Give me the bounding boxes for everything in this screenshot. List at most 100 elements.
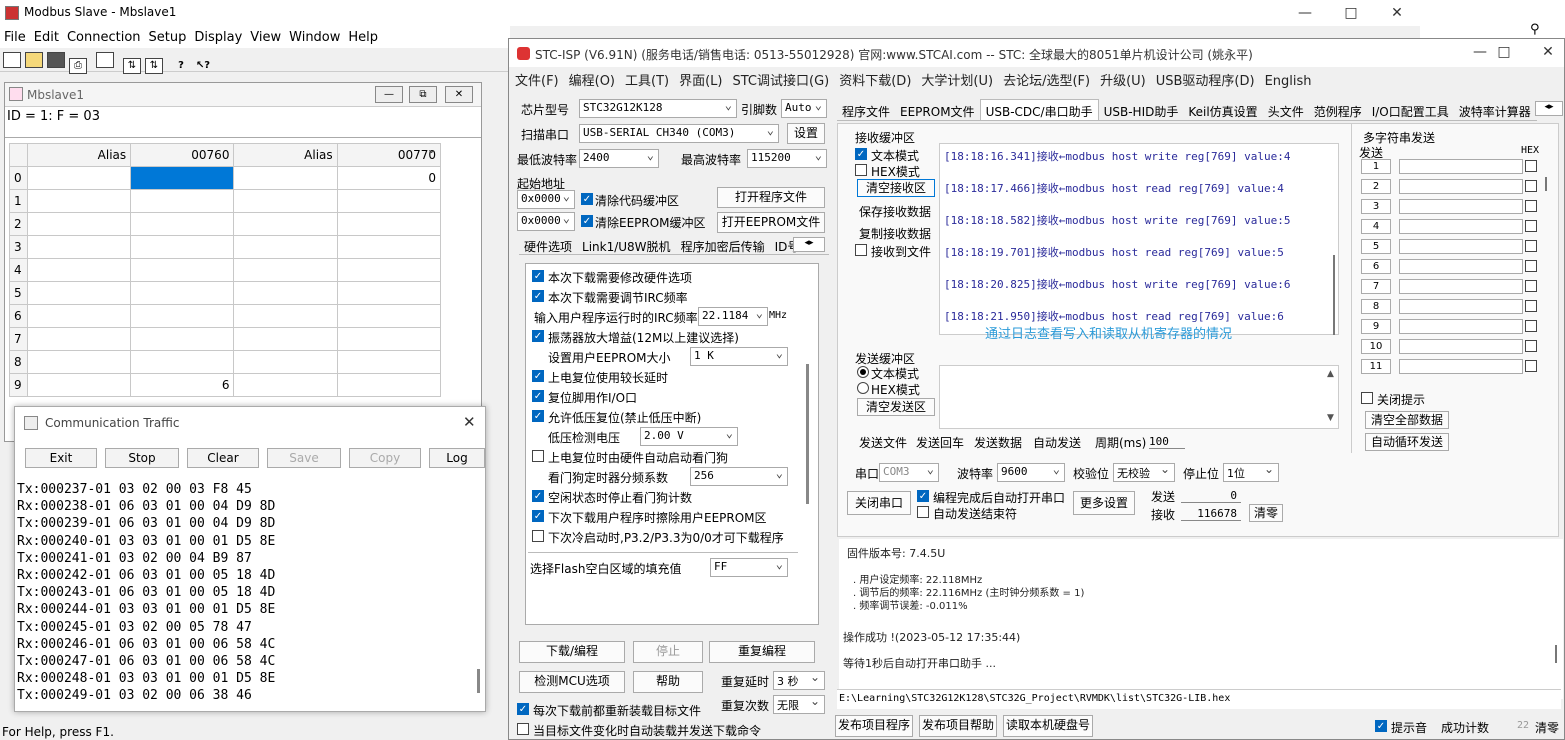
clear-count-button[interactable]: 清零	[1249, 504, 1283, 522]
check-mcu-button[interactable]: 检测MCU选项	[519, 671, 625, 693]
multi-hex-checkbox[interactable]	[1525, 180, 1537, 192]
multi-string-input[interactable]	[1399, 259, 1523, 274]
tab-scroll-arrows[interactable]: ◂▸	[793, 237, 825, 252]
multi-hex-checkbox[interactable]	[1525, 200, 1537, 212]
value-cell[interactable]	[336, 212, 442, 236]
menu-window[interactable]: Window	[285, 26, 344, 45]
chip-select[interactable]: STC32G12K128	[579, 99, 737, 118]
multi-send-button[interactable]: 5	[1361, 239, 1391, 254]
child-minimize-icon[interactable]: —	[375, 86, 403, 103]
stc-menu-item[interactable]: English	[1265, 71, 1312, 89]
value-cell[interactable]	[130, 166, 235, 190]
stc-maximize-icon[interactable]: □	[1481, 39, 1527, 65]
multi-send-button[interactable]: 7	[1361, 279, 1391, 294]
opt-adjust-irc-checkbox[interactable]: ✓	[532, 290, 544, 302]
beep-checkbox[interactable]: ✓	[1375, 720, 1387, 732]
tab-header-file[interactable]: 头文件	[1263, 100, 1309, 120]
multi-hex-checkbox[interactable]	[1525, 340, 1537, 352]
alias-cell[interactable]	[233, 212, 338, 236]
tab-examples[interactable]: 范例程序	[1309, 100, 1367, 120]
tab-keil[interactable]: Keil仿真设置	[1183, 100, 1262, 120]
baud-select[interactable]: 9600	[997, 463, 1065, 482]
value-cell[interactable]	[130, 281, 235, 305]
help-icon[interactable]: ?	[172, 59, 190, 75]
value-cell[interactable]	[130, 327, 235, 351]
stc-menu-item[interactable]: 文件(F)	[515, 67, 559, 89]
value-cell[interactable]	[130, 189, 235, 213]
stc-menu-item[interactable]: 大学计划(U)	[921, 67, 993, 89]
auto-send-button[interactable]: 自动发送	[1033, 434, 1081, 451]
tab-baud-calc[interactable]: 波特率计算器	[1454, 100, 1536, 120]
opt-osc-gain-checkbox[interactable]: ✓	[532, 330, 544, 342]
tab-hardware-options[interactable]: 硬件选项	[519, 235, 577, 255]
repeat-delay-select[interactable]: 3 秒	[773, 671, 825, 690]
send-file-button[interactable]: 发送文件	[859, 434, 907, 451]
menu-edit[interactable]: Edit	[30, 26, 63, 45]
alias-cell[interactable]	[233, 235, 338, 259]
port-select[interactable]: USB-SERIAL CH340 (COM3)	[579, 124, 779, 143]
send-buffer-input[interactable]	[939, 365, 1339, 429]
clear-all-button[interactable]: 清空全部数据	[1365, 411, 1449, 429]
value-cell[interactable]	[336, 304, 442, 328]
scrollbar[interactable]	[477, 669, 480, 693]
menu-display[interactable]: Display	[190, 26, 246, 45]
scrollbar[interactable]	[1333, 255, 1335, 335]
repeat-program-button[interactable]: 重复编程	[709, 641, 815, 663]
tab-encrypt[interactable]: 程序加密后传输	[676, 235, 770, 255]
min-baud-select[interactable]: 2400	[579, 149, 659, 168]
alias-cell[interactable]	[233, 166, 338, 190]
menu-connection[interactable]: Connection	[63, 26, 145, 45]
value-cell[interactable]	[130, 304, 235, 328]
value-cell[interactable]: 6	[130, 373, 235, 397]
alias-cell[interactable]	[26, 373, 132, 397]
stop-bits-select[interactable]: 1位	[1223, 463, 1279, 482]
stc-menu-item[interactable]: 资料下载(D)	[839, 67, 911, 89]
alias-cell[interactable]	[233, 281, 338, 305]
clear-send-button[interactable]: 清空发送区	[857, 398, 935, 416]
scroll-down-icon[interactable]: ▼	[1327, 413, 1334, 423]
multi-string-input[interactable]	[1399, 319, 1523, 334]
alias-cell[interactable]	[26, 350, 132, 374]
copy-button[interactable]: Copy	[349, 448, 421, 468]
send-data-button[interactable]: 发送数据	[974, 434, 1022, 451]
value-cell[interactable]	[336, 350, 442, 374]
value-cell[interactable]	[336, 235, 442, 259]
copy-receive-button[interactable]: 复制接收数据	[859, 225, 931, 242]
multi-string-input[interactable]	[1399, 359, 1523, 374]
menu-setup[interactable]: Setup	[145, 26, 191, 45]
opt-reset-io-checkbox[interactable]: ✓	[532, 390, 544, 402]
multi-hex-checkbox[interactable]	[1525, 220, 1537, 232]
menu-help[interactable]: Help	[344, 26, 382, 45]
alias-cell[interactable]	[26, 212, 132, 236]
publish-program-button[interactable]: 发布项目程序	[835, 715, 913, 737]
multi-hex-checkbox[interactable]	[1525, 260, 1537, 272]
opt-lvr-checkbox[interactable]: ✓	[532, 410, 544, 422]
stc-menu-item[interactable]: 编程(O)	[569, 67, 615, 89]
tab-hid-assistant[interactable]: USB-HID助手	[1099, 100, 1184, 120]
multi-send-button[interactable]: 1	[1361, 159, 1391, 174]
alias-cell[interactable]	[233, 327, 338, 351]
window-icon[interactable]	[96, 52, 114, 68]
alias-cell[interactable]	[26, 166, 132, 190]
parity-select[interactable]: 无校验	[1113, 463, 1175, 482]
close-tip-checkbox[interactable]	[1361, 392, 1373, 404]
value-cell[interactable]	[130, 212, 235, 236]
stop-button[interactable]: 停止	[633, 641, 703, 663]
alias-cell[interactable]	[233, 350, 338, 374]
save-button[interactable]: Save	[267, 448, 341, 468]
repeat-count-select[interactable]: 无限	[773, 695, 825, 714]
opt-modify-hw-checkbox[interactable]: ✓	[532, 270, 544, 282]
send-text-mode-radio[interactable]	[857, 366, 869, 378]
opt-erase-eeprom-checkbox[interactable]: ✓	[532, 510, 544, 522]
read-disk-id-button[interactable]: 读取本机硬盘号	[1003, 715, 1093, 737]
stc-menu-item[interactable]: 界面(L)	[679, 67, 722, 89]
low-voltage-select[interactable]: 2.00 V	[640, 427, 738, 446]
multi-send-button[interactable]: 4	[1361, 219, 1391, 234]
value-cell[interactable]	[336, 189, 442, 213]
alias-cell[interactable]	[26, 281, 132, 305]
scroll-up-icon[interactable]: ▲	[1327, 369, 1334, 379]
menu-file[interactable]: File	[0, 26, 30, 45]
close-icon[interactable]: ✕	[1374, 0, 1420, 26]
opt-long-delay-checkbox[interactable]: ✓	[532, 370, 544, 382]
scrollbar[interactable]	[1545, 177, 1547, 191]
